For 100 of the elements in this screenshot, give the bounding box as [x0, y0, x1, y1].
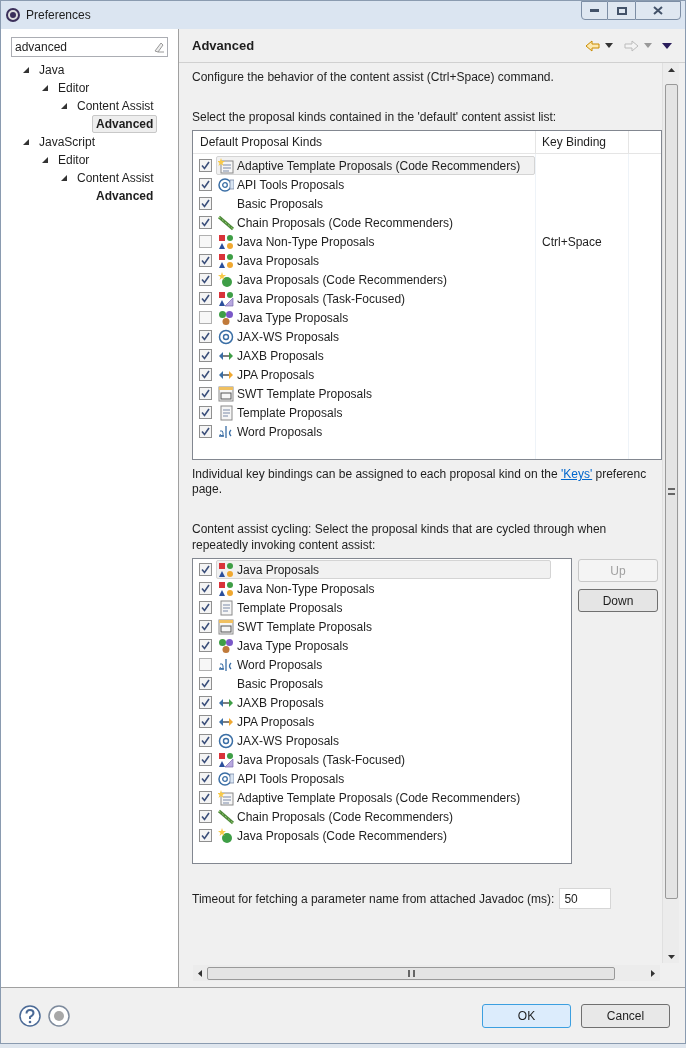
list-item[interactable]: JAXB Proposals: [216, 693, 551, 712]
scroll-left-icon[interactable]: [198, 969, 202, 977]
list-item[interactable]: JPA Proposals: [216, 365, 535, 384]
list-item[interactable]: Java Non-Type Proposals: [216, 232, 535, 251]
dot-star-icon: [218, 271, 234, 288]
scroll-down-icon[interactable]: [667, 955, 675, 959]
ok-button[interactable]: OK: [482, 1003, 571, 1028]
list-item[interactable]: Word Proposals: [216, 655, 551, 674]
list-item[interactable]: Template Proposals: [216, 598, 551, 617]
list-item[interactable]: Adaptive Template Proposals (Code Recommenders): [216, 156, 535, 175]
checkbox[interactable]: [199, 677, 212, 690]
scrollbar-thumb[interactable]: [664, 84, 678, 899]
column-header[interactable]: Default Proposal Kinds: [193, 131, 536, 153]
list-item[interactable]: Word Proposals: [216, 422, 535, 441]
checkbox[interactable]: [199, 715, 212, 728]
minimize-button[interactable]: [581, 1, 608, 20]
checkbox[interactable]: [199, 753, 212, 766]
checkbox[interactable]: [199, 273, 212, 286]
checkbox[interactable]: [199, 696, 212, 709]
cancel-button[interactable]: Cancel: [581, 1003, 670, 1028]
list-item[interactable]: Java Proposals: [216, 251, 535, 270]
checkbox[interactable]: [199, 601, 212, 614]
record-icon[interactable]: [48, 1004, 70, 1027]
checkbox[interactable]: [199, 772, 212, 785]
maximize-button[interactable]: [608, 1, 635, 20]
list-item[interactable]: Java Proposals (Code Recommenders): [216, 270, 535, 289]
scroll-up-icon[interactable]: [667, 68, 675, 72]
list-item[interactable]: API Tools Proposals: [216, 769, 551, 788]
checkbox[interactable]: [199, 311, 212, 324]
list-item[interactable]: JAXB Proposals: [216, 346, 535, 365]
tree-item[interactable]: Editor: [54, 79, 94, 97]
down-button[interactable]: Down: [578, 589, 658, 612]
tree-item[interactable]: Content Assist: [73, 169, 158, 187]
checkbox[interactable]: [199, 197, 212, 210]
checkbox[interactable]: [199, 216, 212, 229]
checkbox[interactable]: [199, 254, 212, 267]
checkbox[interactable]: [199, 658, 212, 671]
checkbox[interactable]: [199, 387, 212, 400]
checkbox[interactable]: [199, 563, 212, 576]
tree-item[interactable]: Editor: [54, 151, 94, 169]
list-item[interactable]: JAX-WS Proposals: [216, 327, 535, 346]
checkbox[interactable]: [199, 349, 212, 362]
timeout-field[interactable]: 50: [559, 888, 612, 909]
checkbox[interactable]: [199, 330, 212, 343]
horizontal-scrollbar[interactable]: [193, 965, 660, 981]
checkbox[interactable]: [199, 791, 212, 804]
list-item[interactable]: SWT Template Proposals: [216, 617, 551, 636]
vertical-scrollbar[interactable]: [662, 63, 679, 963]
list-item[interactable]: JAX-WS Proposals: [216, 731, 551, 750]
checkbox[interactable]: [199, 425, 212, 438]
checkbox[interactable]: [199, 734, 212, 747]
expanded-triangle-icon[interactable]: [42, 85, 48, 91]
filter-field[interactable]: advanced: [11, 37, 168, 57]
checkbox[interactable]: [199, 178, 212, 191]
list-item[interactable]: API Tools Proposals: [216, 175, 535, 194]
dropdown-icon[interactable]: [605, 43, 613, 48]
list-item[interactable]: Chain Proposals (Code Recommenders): [216, 213, 535, 232]
scrollbar-thumb[interactable]: [207, 966, 615, 980]
list-item[interactable]: SWT Template Proposals: [216, 384, 535, 403]
list-item[interactable]: Java Proposals (Code Recommenders): [216, 826, 551, 845]
checkbox[interactable]: [199, 810, 212, 823]
list-item[interactable]: JPA Proposals: [216, 712, 551, 731]
eraser-icon[interactable]: [152, 41, 164, 53]
checkbox[interactable]: [199, 620, 212, 633]
menu-icon[interactable]: [662, 42, 672, 49]
checkbox[interactable]: [199, 406, 212, 419]
close-button[interactable]: [635, 1, 681, 20]
tree-item[interactable]: Content Assist: [73, 97, 158, 115]
tree-item[interactable]: JavaScript: [35, 133, 100, 151]
expanded-triangle-icon[interactable]: [61, 103, 67, 109]
checkbox[interactable]: [199, 235, 212, 248]
expanded-triangle-icon[interactable]: [61, 175, 67, 181]
list-item[interactable]: Basic Proposals: [216, 674, 551, 693]
list-item[interactable]: Template Proposals: [216, 403, 535, 422]
scroll-right-icon[interactable]: [651, 969, 655, 977]
keys-link[interactable]: 'Keys': [560, 467, 593, 481]
tree-item[interactable]: Advanced: [92, 115, 158, 133]
list-item[interactable]: Java Proposals: [216, 560, 551, 579]
list-item[interactable]: Adaptive Template Proposals (Code Recommenders): [216, 788, 551, 807]
checkbox[interactable]: [199, 639, 212, 652]
list-item[interactable]: Java Type Proposals: [216, 636, 551, 655]
list-item[interactable]: Java Proposals (Task-Focused): [216, 289, 535, 308]
list-item[interactable]: Basic Proposals: [216, 194, 535, 213]
list-item[interactable]: Java Proposals (Task-Focused): [216, 750, 551, 769]
tree-item[interactable]: Advanced: [92, 187, 158, 205]
checkbox[interactable]: [199, 829, 212, 842]
checkbox[interactable]: [199, 159, 212, 172]
expanded-triangle-icon[interactable]: [23, 139, 29, 145]
expanded-triangle-icon[interactable]: [23, 67, 29, 73]
checkbox[interactable]: [199, 582, 212, 595]
list-item[interactable]: Java Non-Type Proposals: [216, 579, 551, 598]
checkbox[interactable]: [199, 292, 212, 305]
expanded-triangle-icon[interactable]: [42, 157, 48, 163]
list-item[interactable]: Chain Proposals (Code Recommenders): [216, 807, 551, 826]
close-icon[interactable]: [653, 6, 663, 15]
column-header[interactable]: Key Binding: [536, 131, 629, 153]
checkbox[interactable]: [199, 368, 212, 381]
help-icon[interactable]: [19, 1004, 41, 1027]
tree-item[interactable]: Java: [35, 61, 69, 79]
list-item[interactable]: Java Type Proposals: [216, 308, 535, 327]
